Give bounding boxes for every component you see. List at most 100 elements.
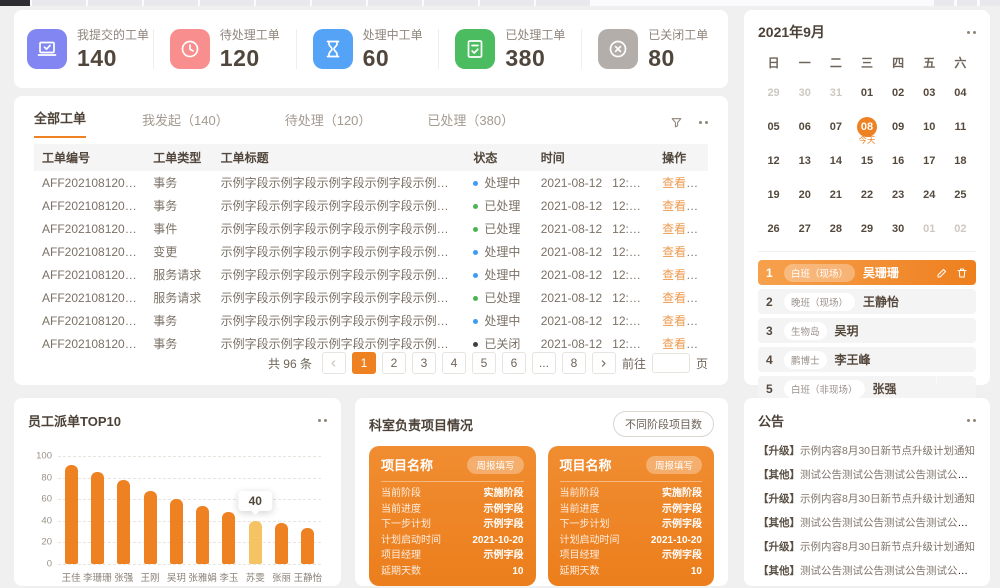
chart-bar[interactable]: [117, 480, 130, 564]
calendar-day[interactable]: 30: [789, 81, 820, 105]
view-link[interactable]: 查看: [662, 314, 698, 328]
calendar-day[interactable]: 05: [758, 115, 789, 139]
chart-bar[interactable]: [91, 472, 104, 564]
browser-tab[interactable]: [312, 0, 366, 6]
announcement-item[interactable]: 【升级】示例内容8月30日新节点升级计划通知: [758, 439, 976, 463]
more-icon[interactable]: [318, 419, 327, 422]
calendar-day[interactable]: 04: [945, 81, 976, 105]
chart-bar[interactable]: [144, 491, 157, 564]
calendar-day[interactable]: 03: [914, 81, 945, 105]
prev-page-button[interactable]: [322, 352, 346, 374]
browser-tab[interactable]: [368, 0, 422, 6]
page-button-5[interactable]: 5: [472, 352, 496, 374]
view-link[interactable]: 查看: [662, 222, 698, 236]
calendar-day[interactable]: 13: [789, 149, 820, 173]
trash-icon[interactable]: [956, 267, 968, 279]
calendar-day[interactable]: 02: [945, 217, 976, 241]
browser-control[interactable]: [957, 0, 977, 6]
schedule-row[interactable]: 1白班（现场）吴珊珊: [758, 260, 976, 285]
browser-tab[interactable]: [200, 0, 254, 6]
page-button-8[interactable]: 8: [562, 352, 586, 374]
more-icon[interactable]: [967, 31, 976, 34]
browser-active-tab[interactable]: [0, 0, 30, 6]
page-button-3[interactable]: 3: [412, 352, 436, 374]
delete-link[interactable]: 删除: [699, 337, 708, 351]
announcement-item[interactable]: 【升级】示例内容8月30日新节点升级计划通知: [758, 535, 976, 559]
delete-link[interactable]: 删除: [699, 314, 708, 328]
browser-control[interactable]: [980, 0, 1000, 6]
page-button-6[interactable]: 6: [502, 352, 526, 374]
browser-tab[interactable]: [536, 0, 590, 6]
browser-tab[interactable]: [32, 0, 86, 6]
view-link[interactable]: 查看: [662, 199, 698, 213]
calendar-day[interactable]: 30: [883, 217, 914, 241]
calendar-day[interactable]: 18: [945, 149, 976, 173]
view-link[interactable]: 查看: [662, 337, 698, 351]
calendar-day[interactable]: 11: [945, 115, 976, 139]
page-button-2[interactable]: 2: [382, 352, 406, 374]
more-icon[interactable]: [699, 121, 708, 124]
goto-page-input[interactable]: [652, 353, 690, 373]
calendar-day[interactable]: 28: [820, 217, 851, 241]
calendar-day-today[interactable]: 08今天: [851, 115, 882, 139]
chart-bar[interactable]: [301, 528, 314, 564]
calendar-day[interactable]: 31: [820, 81, 851, 105]
tab-workorders-2[interactable]: 待处理（120）: [285, 110, 372, 138]
browser-tab[interactable]: [144, 0, 198, 6]
calendar-day[interactable]: 01: [914, 217, 945, 241]
calendar-day[interactable]: 19: [758, 183, 789, 207]
schedule-row[interactable]: 4鹏博士李王峰: [758, 347, 976, 372]
calendar-day[interactable]: 17: [914, 149, 945, 173]
filter-icon[interactable]: [670, 116, 683, 129]
page-button-1[interactable]: 1: [352, 352, 376, 374]
calendar-day[interactable]: 12: [758, 149, 789, 173]
stage-filter-button[interactable]: 不同阶段项目数: [613, 411, 714, 437]
calendar-day[interactable]: 20: [789, 183, 820, 207]
calendar-day[interactable]: 26: [758, 217, 789, 241]
chart-bar[interactable]: [65, 465, 78, 564]
calendar-day[interactable]: 01: [851, 81, 882, 105]
calendar-day[interactable]: 14: [820, 149, 851, 173]
browser-tab[interactable]: [88, 0, 142, 6]
delete-link[interactable]: 删除: [699, 291, 708, 305]
view-link[interactable]: 查看: [662, 291, 698, 305]
view-link[interactable]: 查看: [662, 268, 698, 282]
calendar-day[interactable]: 10: [914, 115, 945, 139]
schedule-row[interactable]: 3生物岛吴玥: [758, 318, 976, 343]
announcement-item[interactable]: 【升级】示例内容8月30日新节点升级计划通知: [758, 487, 976, 511]
project-card[interactable]: 项目名称周报填写当前阶段实施阶段当前进度示例字段下一步计划示例字段计划启动时间2…: [548, 446, 715, 586]
more-icon[interactable]: [967, 419, 976, 422]
calendar-day[interactable]: 16: [883, 149, 914, 173]
chart-bar[interactable]: [249, 521, 262, 564]
page-button-4[interactable]: 4: [442, 352, 466, 374]
weekly-report-badge[interactable]: 周报填写: [467, 456, 523, 474]
calendar-day[interactable]: 15: [851, 149, 882, 173]
browser-control[interactable]: [934, 0, 954, 6]
browser-tab[interactable]: [424, 0, 478, 6]
calendar-day[interactable]: 22: [851, 183, 882, 207]
delete-link[interactable]: 删除: [699, 176, 708, 190]
chart-bar[interactable]: [196, 506, 209, 564]
tab-workorders-1[interactable]: 我发起（140）: [142, 110, 229, 138]
announcement-item[interactable]: 【其他】测试公告测试公告测试公告测试公告测试公告: [758, 463, 976, 487]
chart-bar[interactable]: [222, 512, 235, 564]
edit-icon[interactable]: [936, 267, 948, 279]
delete-link[interactable]: 删除: [699, 245, 708, 259]
calendar-day[interactable]: 29: [851, 217, 882, 241]
weekly-report-badge[interactable]: 周报填写: [646, 456, 702, 474]
calendar-day[interactable]: 21: [820, 183, 851, 207]
next-page-button[interactable]: [592, 352, 616, 374]
calendar-day[interactable]: 09: [883, 115, 914, 139]
browser-tab[interactable]: [480, 0, 534, 6]
chart-bar[interactable]: [170, 499, 183, 564]
calendar-day[interactable]: 24: [914, 183, 945, 207]
calendar-day[interactable]: 23: [883, 183, 914, 207]
browser-tab[interactable]: [256, 0, 310, 6]
view-link[interactable]: 查看: [662, 245, 698, 259]
calendar-day[interactable]: 02: [883, 81, 914, 105]
calendar-day[interactable]: 07: [820, 115, 851, 139]
announcement-item[interactable]: 【其他】测试公告测试公告测试公告测试公告测试公告: [758, 511, 976, 535]
chart-bar[interactable]: [275, 523, 288, 564]
project-card[interactable]: 项目名称周报填写当前阶段实施阶段当前进度示例字段下一步计划示例字段计划启动时间2…: [369, 446, 536, 586]
delete-link[interactable]: 删除: [699, 199, 708, 213]
